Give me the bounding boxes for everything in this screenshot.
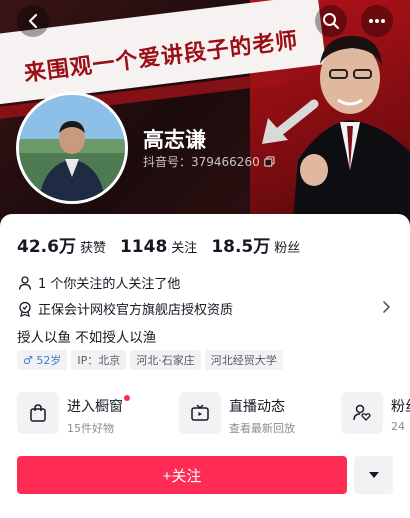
entry-title: 粉丝 — [391, 399, 410, 415]
mutual-follow-text: 1 个你关注的人关注了他 — [38, 277, 181, 292]
more-options-button[interactable] — [361, 5, 393, 37]
entry-subtitle: 24 — [391, 420, 405, 433]
recommend-dropdown-button[interactable] — [354, 456, 393, 494]
stat-followers[interactable]: 18.5万 粉丝 — [211, 232, 300, 257]
shopping-bag-icon — [30, 404, 46, 422]
chevron-left-icon — [28, 13, 38, 29]
fans-entry[interactable]: 粉丝 24 — [341, 392, 410, 436]
search-button[interactable] — [315, 5, 347, 37]
entry-icon-box — [179, 392, 221, 434]
copy-icon[interactable] — [263, 156, 275, 167]
bio-text: 授人以鱼 不如授人以渔 — [17, 330, 157, 346]
certification-text: 正保会计网校官方旗舰店授权资质 — [38, 303, 234, 318]
search-icon — [323, 13, 339, 29]
chevron-right-icon[interactable] — [382, 300, 392, 314]
follow-button[interactable]: +关注 — [17, 456, 347, 494]
bio: 授人以鱼 不如授人以渔 — [17, 326, 156, 346]
presenter-photo — [292, 36, 410, 232]
entry-icon-box — [341, 392, 383, 434]
stat-label: 获赞 — [79, 241, 106, 256]
profile-name: 高志谦 — [143, 128, 206, 152]
live-updates-entry[interactable]: 直播动态 查看最新回放 — [179, 392, 341, 436]
douyin-id[interactable]: 抖音号：379466260 — [143, 153, 275, 170]
tag-school[interactable]: 河北经贸大学 — [204, 350, 283, 370]
certification-row[interactable]: 正保会计网校官方旗舰店授权资质 — [17, 299, 233, 318]
notification-dot — [124, 395, 130, 401]
stat-following[interactable]: 1148 关注 — [120, 237, 197, 257]
person-icon — [17, 275, 33, 291]
fans-heart-icon — [353, 404, 371, 421]
douyin-id-text: 抖音号：379466260 — [143, 155, 260, 169]
tag-gender-age: ♂ 52岁 — [17, 350, 68, 370]
stat-label: 关注 — [171, 241, 198, 256]
caret-down-icon — [368, 472, 379, 478]
tag-location[interactable]: 河北·石家庄 — [130, 350, 201, 370]
stat-value: 18.5万 — [211, 237, 271, 257]
stats-row: 42.6万 获赞 1148 关注 18.5万 粉丝 — [17, 232, 314, 257]
entry-subtitle: 查看最新回放 — [229, 422, 295, 435]
entry-subtitle: 15件好物 — [67, 422, 114, 435]
entry-title: 进入橱窗 — [67, 395, 130, 416]
entry-icon-box — [17, 392, 59, 434]
avatar-photo — [19, 95, 125, 201]
entry-title: 直播动态 — [229, 399, 285, 415]
stat-likes[interactable]: 42.6万 获赞 — [17, 232, 106, 257]
stat-label: 粉丝 — [274, 241, 301, 256]
profile-tags: ♂ 52岁 IP：北京 河北·石家庄 河北经贸大学 — [17, 350, 283, 370]
tv-icon — [191, 404, 209, 421]
entry-cards: 进入橱窗 15件好物 直播动态 查看最新回放 粉 24 — [17, 392, 410, 436]
back-button[interactable] — [17, 5, 49, 37]
certification-badge-icon — [17, 301, 33, 317]
avatar[interactable] — [16, 92, 128, 204]
shop-window-entry[interactable]: 进入橱窗 15件好物 — [17, 392, 179, 436]
stat-value: 1148 — [119, 237, 168, 257]
more-dots-icon — [369, 19, 385, 23]
tag-ip: IP：北京 — [71, 350, 127, 370]
mutual-follow-row[interactable]: 1 个你关注的人关注了他 — [17, 273, 180, 292]
stat-value: 42.6万 — [17, 237, 76, 257]
entry-title-text: 进入橱窗 — [67, 399, 123, 415]
